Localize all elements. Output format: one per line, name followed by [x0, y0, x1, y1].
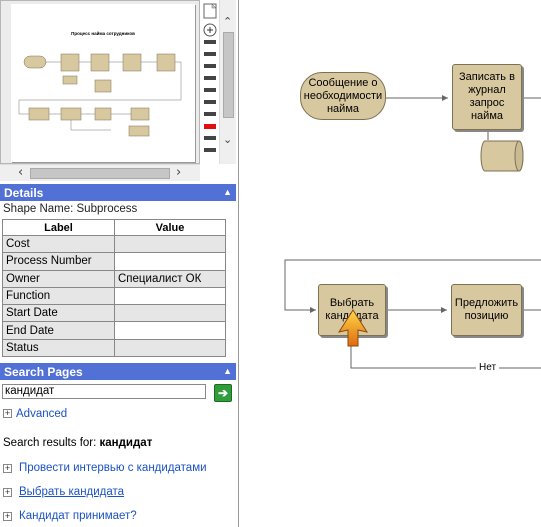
zoom-slider-graphic [203, 3, 217, 152]
search-go-button[interactable]: ➔ [214, 384, 232, 402]
advanced-link[interactable]: Advanced [16, 408, 67, 420]
row-value [114, 234, 226, 254]
row-value [114, 252, 226, 271]
start-node[interactable]: Сообщение о необходимости найма [300, 72, 386, 120]
table-row: Cost [2, 234, 226, 254]
column-header-value: Value [114, 219, 226, 236]
collapse-icon[interactable]: ▲ [223, 366, 232, 376]
vertical-scroll-thumb[interactable] [223, 32, 234, 118]
row-value [114, 321, 226, 340]
row-label: Status [2, 338, 115, 358]
row-value: Специалист ОК [114, 269, 226, 288]
pan-zoom-thumbnail[interactable]: Процесс найма сотрудников [0, 0, 200, 164]
horizontal-scroll-thumb[interactable] [30, 168, 170, 179]
search-results-label: Search results for: кандидат [3, 437, 152, 449]
shape-data-table: Label Value Cost Process Number Owner Сп… [2, 219, 226, 358]
selection-arrow-icon [337, 309, 369, 347]
expand-icon[interactable]: + [3, 409, 12, 418]
diagram-canvas[interactable]: Сообщение о необходимости найма Записать… [240, 0, 541, 527]
table-header-row: Label Value [2, 219, 226, 236]
scroll-down-icon[interactable]: ⌄ [223, 134, 232, 145]
table-row: End Date [2, 321, 226, 340]
details-header[interactable]: Details ▲ [0, 184, 236, 201]
results-term: кандидат [99, 437, 153, 449]
process-node[interactable]: Предложить позицию [451, 284, 522, 336]
search-result-link[interactable]: Кандидат принимает? [19, 510, 137, 522]
left-panel: Процесс найма сотрудников ⌃ ⌄ ‹ › Detail… [0, 0, 239, 527]
details-header-label: Details [4, 186, 44, 200]
row-label: Owner [2, 269, 115, 288]
row-label: Start Date [2, 304, 115, 323]
row-value [114, 286, 226, 306]
search-result-link[interactable]: Провести интервью с кандидатами [19, 462, 207, 474]
edge-label: Нет [476, 362, 500, 373]
table-row: Owner Специалист ОК [2, 269, 226, 288]
results-prefix: Search results for: [3, 437, 97, 449]
expand-icon[interactable]: + [3, 488, 12, 497]
process-node[interactable]: Записать в журнал запрос найма [452, 64, 522, 130]
row-value [114, 338, 226, 358]
scroll-right-icon[interactable]: › [176, 166, 181, 179]
thumbnail-diagram [18, 53, 182, 137]
search-result-link[interactable]: Выбрать кандидата [19, 486, 124, 498]
row-value [114, 304, 226, 323]
table-row: Function [2, 286, 226, 306]
shape-name: Shape Name: Subprocess [3, 203, 138, 215]
scroll-left-icon[interactable]: ‹ [18, 166, 23, 179]
table-row: Process Number [2, 252, 226, 271]
expand-icon[interactable]: + [3, 512, 12, 521]
thumbnail-horizontal-scrollbar[interactable]: ‹ › [0, 164, 200, 181]
zoom-slider[interactable] [201, 0, 219, 164]
search-pages-header[interactable]: Search Pages ▲ [0, 363, 236, 380]
search-pages-header-label: Search Pages [4, 365, 83, 379]
row-label: Function [2, 286, 115, 306]
column-header-label: Label [2, 219, 115, 236]
row-label: End Date [2, 321, 115, 340]
collapse-icon[interactable]: ▲ [223, 187, 232, 197]
table-row: Start Date [2, 304, 226, 323]
arrow-right-icon: ➔ [217, 386, 229, 400]
search-input[interactable]: кандидат [2, 384, 206, 399]
thumbnail-page: Процесс найма сотрудников [11, 4, 195, 162]
expand-icon[interactable]: + [3, 464, 12, 473]
scroll-up-icon[interactable]: ⌃ [223, 16, 232, 27]
row-label: Cost [2, 234, 115, 254]
thumbnail-vertical-scrollbar[interactable]: ⌃ ⌄ [219, 0, 236, 164]
table-row: Status [2, 338, 226, 358]
row-label: Process Number [2, 252, 115, 271]
